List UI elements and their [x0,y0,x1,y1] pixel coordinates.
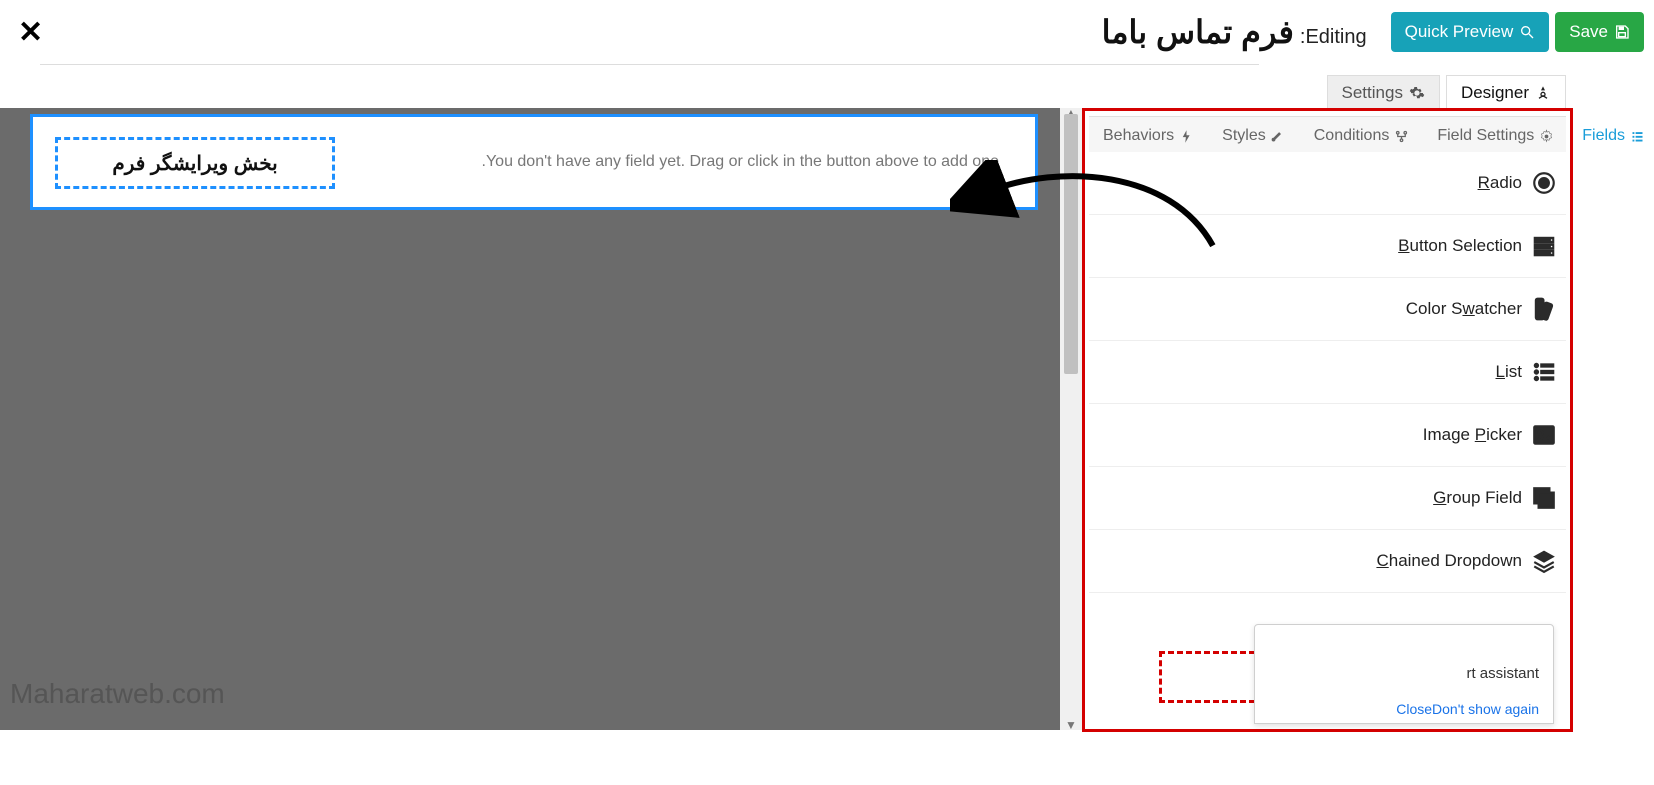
save-icon [1614,24,1630,40]
gear-icon [1539,129,1554,144]
subtab-conditions-label: Conditions [1314,127,1390,145]
branch-icon [1394,129,1409,144]
subtab-styles-label: Styles [1222,127,1266,145]
form-canvas: .You don't have any field yet. Drag or c… [0,108,1060,730]
search-icon [1519,24,1535,40]
subtab-behaviors[interactable]: Behaviors [1089,117,1208,155]
editor-section-label: بخش ویرایشگر فرم [55,137,335,189]
list-icon [1630,129,1645,144]
brush-icon [1271,129,1286,144]
layers-icon [1530,547,1558,575]
header-divider [40,64,1259,65]
save-button[interactable]: Save [1555,12,1644,52]
assistant-links[interactable]: CloseDon't show again [1396,701,1539,717]
form-title: فرم تماس باما [1102,13,1294,51]
field-button-selection[interactable]: Button Selection [1089,215,1566,278]
list-icon [1530,358,1558,386]
sub-tabs: Behaviors Styles Conditions Field Settin… [1089,116,1566,156]
subtab-behaviors-label: Behaviors [1103,127,1174,145]
quick-preview-label: Quick Preview [1405,22,1514,42]
save-label: Save [1569,22,1608,42]
assistant-title: rt assistant [1466,665,1539,682]
designer-icon [1535,85,1551,101]
empty-form-hint: .You don't have any field yet. Drag or c… [482,153,999,171]
top-tabs: Settings Designer [1327,75,1566,111]
canvas-scrollbar[interactable]: ▲ ▼ [1060,108,1082,730]
close-icon[interactable]: ✕ [18,15,43,50]
subtab-fields[interactable]: Fields [1568,117,1654,155]
group-icon [1530,484,1558,512]
subtab-conditions[interactable]: Conditions [1300,117,1424,155]
image-icon [1530,421,1558,449]
field-list[interactable]: List [1089,341,1566,404]
subtab-field-settings[interactable]: Field Settings [1423,117,1568,155]
button-selection-icon [1530,232,1558,260]
field-color-swatcher[interactable]: Color Swatcher [1089,278,1566,341]
swatch-icon [1530,295,1558,323]
subtab-styles[interactable]: Styles [1208,117,1300,155]
assistant-panel[interactable]: rt assistant CloseDon't show again [1254,624,1554,724]
subtab-field-settings-label: Field Settings [1437,127,1534,145]
header-bar: ✕ فرم تماس باما :Editing Quick Preview S… [0,0,1654,64]
bolt-icon [1179,129,1194,144]
editing-label: :Editing [1300,26,1367,49]
field-group[interactable]: Group Field [1089,467,1566,530]
scroll-thumb[interactable] [1064,114,1078,374]
field-image-picker[interactable]: Image Picker [1089,404,1566,467]
tab-settings-label: Settings [1342,83,1403,103]
quick-preview-button[interactable]: Quick Preview [1391,12,1550,52]
gear-icon [1409,85,1425,101]
tab-designer[interactable]: Designer [1446,75,1566,111]
radio-icon [1530,169,1558,197]
watermark: Maharatweb.com [10,678,225,710]
field-radio[interactable]: Radio [1089,152,1566,215]
subtab-fields-label: Fields [1582,127,1625,145]
scroll-down-icon[interactable]: ▼ [1060,718,1082,732]
tab-settings[interactable]: Settings [1327,75,1440,111]
form-drop-area[interactable]: .You don't have any field yet. Drag or c… [30,114,1038,210]
field-chained-dropdown[interactable]: Chained Dropdown [1089,530,1566,593]
tab-designer-label: Designer [1461,83,1529,103]
